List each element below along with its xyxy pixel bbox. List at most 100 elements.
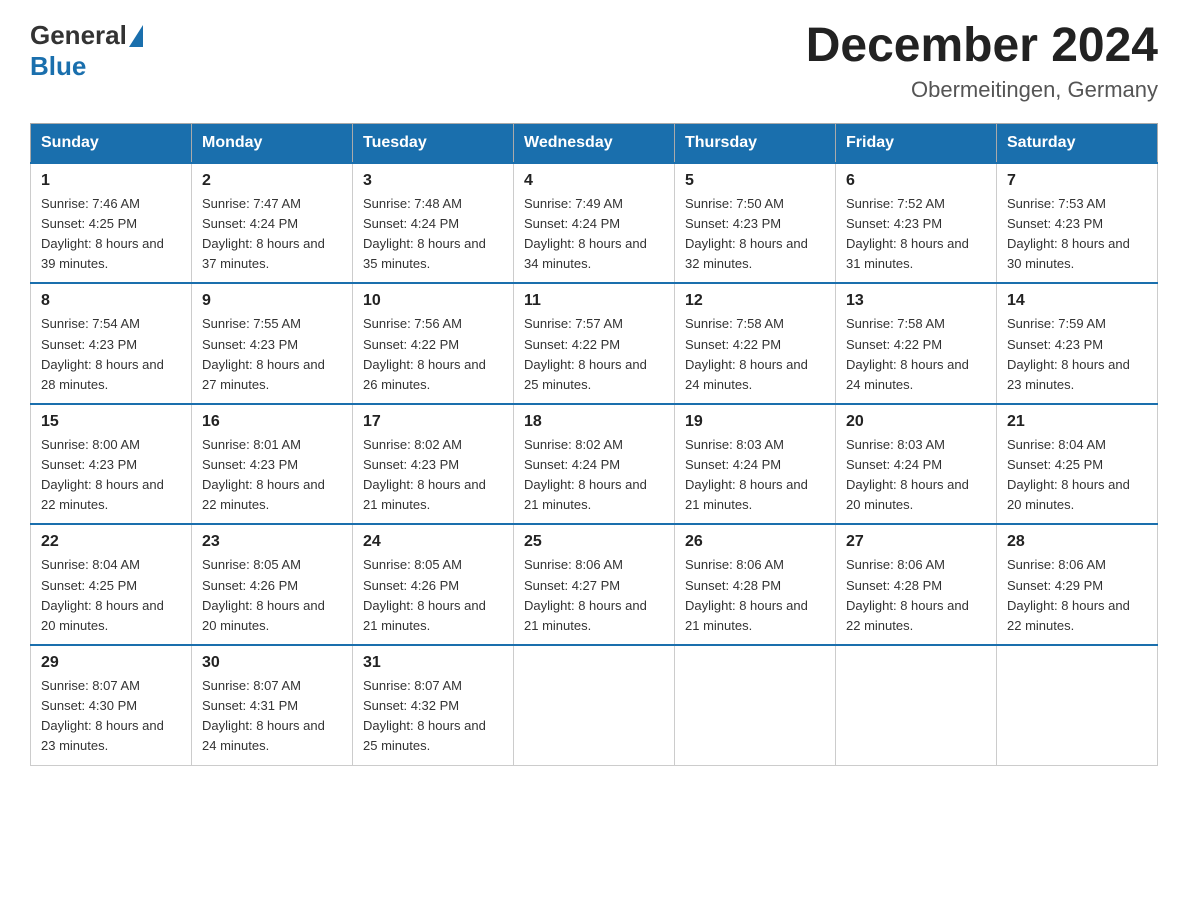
header-tuesday: Tuesday — [353, 123, 514, 163]
day-info: Sunrise: 7:59 AMSunset: 4:23 PMDaylight:… — [1007, 314, 1147, 395]
table-row — [514, 645, 675, 765]
day-number: 9 — [202, 292, 342, 310]
table-row: 11 Sunrise: 7:57 AMSunset: 4:22 PMDaylig… — [514, 283, 675, 404]
day-number: 4 — [524, 172, 664, 190]
logo-general-text: General — [30, 20, 127, 51]
day-info: Sunrise: 8:06 AMSunset: 4:28 PMDaylight:… — [685, 555, 825, 636]
table-row: 30 Sunrise: 8:07 AMSunset: 4:31 PMDaylig… — [192, 645, 353, 765]
day-info: Sunrise: 7:48 AMSunset: 4:24 PMDaylight:… — [363, 194, 503, 275]
day-info: Sunrise: 7:54 AMSunset: 4:23 PMDaylight:… — [41, 314, 181, 395]
calendar-week-row: 8 Sunrise: 7:54 AMSunset: 4:23 PMDayligh… — [31, 283, 1158, 404]
day-info: Sunrise: 8:06 AMSunset: 4:29 PMDaylight:… — [1007, 555, 1147, 636]
day-number: 25 — [524, 533, 664, 551]
table-row: 18 Sunrise: 8:02 AMSunset: 4:24 PMDaylig… — [514, 404, 675, 525]
table-row: 27 Sunrise: 8:06 AMSunset: 4:28 PMDaylig… — [836, 524, 997, 645]
day-number: 17 — [363, 413, 503, 431]
calendar-header-row: Sunday Monday Tuesday Wednesday Thursday… — [31, 123, 1158, 163]
table-row: 25 Sunrise: 8:06 AMSunset: 4:27 PMDaylig… — [514, 524, 675, 645]
header-wednesday: Wednesday — [514, 123, 675, 163]
day-number: 18 — [524, 413, 664, 431]
day-number: 31 — [363, 654, 503, 672]
day-info: Sunrise: 7:50 AMSunset: 4:23 PMDaylight:… — [685, 194, 825, 275]
day-info: Sunrise: 7:58 AMSunset: 4:22 PMDaylight:… — [685, 314, 825, 395]
month-title: December 2024 — [806, 20, 1158, 73]
day-info: Sunrise: 8:04 AMSunset: 4:25 PMDaylight:… — [1007, 435, 1147, 516]
day-info: Sunrise: 7:46 AMSunset: 4:25 PMDaylight:… — [41, 194, 181, 275]
day-number: 19 — [685, 413, 825, 431]
header-thursday: Thursday — [675, 123, 836, 163]
table-row: 15 Sunrise: 8:00 AMSunset: 4:23 PMDaylig… — [31, 404, 192, 525]
day-info: Sunrise: 7:49 AMSunset: 4:24 PMDaylight:… — [524, 194, 664, 275]
logo-blue-text: Blue — [30, 51, 86, 82]
day-info: Sunrise: 8:06 AMSunset: 4:27 PMDaylight:… — [524, 555, 664, 636]
logo-triangle-icon — [129, 25, 143, 47]
day-number: 30 — [202, 654, 342, 672]
table-row: 22 Sunrise: 8:04 AMSunset: 4:25 PMDaylig… — [31, 524, 192, 645]
calendar-table: Sunday Monday Tuesday Wednesday Thursday… — [30, 123, 1158, 766]
day-number: 1 — [41, 172, 181, 190]
logo: General Blue — [30, 20, 145, 82]
day-info: Sunrise: 8:07 AMSunset: 4:32 PMDaylight:… — [363, 676, 503, 757]
day-number: 10 — [363, 292, 503, 310]
table-row: 29 Sunrise: 8:07 AMSunset: 4:30 PMDaylig… — [31, 645, 192, 765]
day-info: Sunrise: 8:07 AMSunset: 4:31 PMDaylight:… — [202, 676, 342, 757]
day-number: 15 — [41, 413, 181, 431]
table-row: 20 Sunrise: 8:03 AMSunset: 4:24 PMDaylig… — [836, 404, 997, 525]
header-monday: Monday — [192, 123, 353, 163]
table-row — [836, 645, 997, 765]
day-number: 20 — [846, 413, 986, 431]
day-info: Sunrise: 8:05 AMSunset: 4:26 PMDaylight:… — [202, 555, 342, 636]
table-row: 2 Sunrise: 7:47 AMSunset: 4:24 PMDayligh… — [192, 163, 353, 284]
logo-blue-part — [127, 25, 145, 47]
header-saturday: Saturday — [997, 123, 1158, 163]
table-row: 10 Sunrise: 7:56 AMSunset: 4:22 PMDaylig… — [353, 283, 514, 404]
table-row: 8 Sunrise: 7:54 AMSunset: 4:23 PMDayligh… — [31, 283, 192, 404]
day-number: 2 — [202, 172, 342, 190]
table-row: 23 Sunrise: 8:05 AMSunset: 4:26 PMDaylig… — [192, 524, 353, 645]
day-number: 8 — [41, 292, 181, 310]
day-info: Sunrise: 8:02 AMSunset: 4:23 PMDaylight:… — [363, 435, 503, 516]
table-row: 19 Sunrise: 8:03 AMSunset: 4:24 PMDaylig… — [675, 404, 836, 525]
table-row: 7 Sunrise: 7:53 AMSunset: 4:23 PMDayligh… — [997, 163, 1158, 284]
day-number: 13 — [846, 292, 986, 310]
day-info: Sunrise: 7:53 AMSunset: 4:23 PMDaylight:… — [1007, 194, 1147, 275]
day-number: 24 — [363, 533, 503, 551]
calendar-week-row: 22 Sunrise: 8:04 AMSunset: 4:25 PMDaylig… — [31, 524, 1158, 645]
location-title: Obermeitingen, Germany — [806, 77, 1158, 103]
table-row: 6 Sunrise: 7:52 AMSunset: 4:23 PMDayligh… — [836, 163, 997, 284]
day-info: Sunrise: 7:55 AMSunset: 4:23 PMDaylight:… — [202, 314, 342, 395]
day-info: Sunrise: 7:52 AMSunset: 4:23 PMDaylight:… — [846, 194, 986, 275]
table-row: 4 Sunrise: 7:49 AMSunset: 4:24 PMDayligh… — [514, 163, 675, 284]
table-row: 26 Sunrise: 8:06 AMSunset: 4:28 PMDaylig… — [675, 524, 836, 645]
day-number: 16 — [202, 413, 342, 431]
day-info: Sunrise: 7:58 AMSunset: 4:22 PMDaylight:… — [846, 314, 986, 395]
day-info: Sunrise: 8:04 AMSunset: 4:25 PMDaylight:… — [41, 555, 181, 636]
calendar-week-row: 29 Sunrise: 8:07 AMSunset: 4:30 PMDaylig… — [31, 645, 1158, 765]
day-number: 14 — [1007, 292, 1147, 310]
table-row: 5 Sunrise: 7:50 AMSunset: 4:23 PMDayligh… — [675, 163, 836, 284]
day-info: Sunrise: 8:03 AMSunset: 4:24 PMDaylight:… — [685, 435, 825, 516]
day-number: 7 — [1007, 172, 1147, 190]
table-row: 16 Sunrise: 8:01 AMSunset: 4:23 PMDaylig… — [192, 404, 353, 525]
day-info: Sunrise: 7:56 AMSunset: 4:22 PMDaylight:… — [363, 314, 503, 395]
calendar-week-row: 15 Sunrise: 8:00 AMSunset: 4:23 PMDaylig… — [31, 404, 1158, 525]
header-friday: Friday — [836, 123, 997, 163]
day-number: 12 — [685, 292, 825, 310]
table-row: 14 Sunrise: 7:59 AMSunset: 4:23 PMDaylig… — [997, 283, 1158, 404]
day-number: 27 — [846, 533, 986, 551]
header-sunday: Sunday — [31, 123, 192, 163]
day-info: Sunrise: 8:02 AMSunset: 4:24 PMDaylight:… — [524, 435, 664, 516]
table-row: 31 Sunrise: 8:07 AMSunset: 4:32 PMDaylig… — [353, 645, 514, 765]
table-row: 1 Sunrise: 7:46 AMSunset: 4:25 PMDayligh… — [31, 163, 192, 284]
table-row: 9 Sunrise: 7:55 AMSunset: 4:23 PMDayligh… — [192, 283, 353, 404]
day-number: 5 — [685, 172, 825, 190]
table-row: 3 Sunrise: 7:48 AMSunset: 4:24 PMDayligh… — [353, 163, 514, 284]
table-row: 28 Sunrise: 8:06 AMSunset: 4:29 PMDaylig… — [997, 524, 1158, 645]
day-info: Sunrise: 8:06 AMSunset: 4:28 PMDaylight:… — [846, 555, 986, 636]
day-number: 29 — [41, 654, 181, 672]
day-number: 6 — [846, 172, 986, 190]
calendar-week-row: 1 Sunrise: 7:46 AMSunset: 4:25 PMDayligh… — [31, 163, 1158, 284]
page-header: General Blue December 2024 Obermeitingen… — [30, 20, 1158, 103]
table-row: 12 Sunrise: 7:58 AMSunset: 4:22 PMDaylig… — [675, 283, 836, 404]
table-row — [997, 645, 1158, 765]
